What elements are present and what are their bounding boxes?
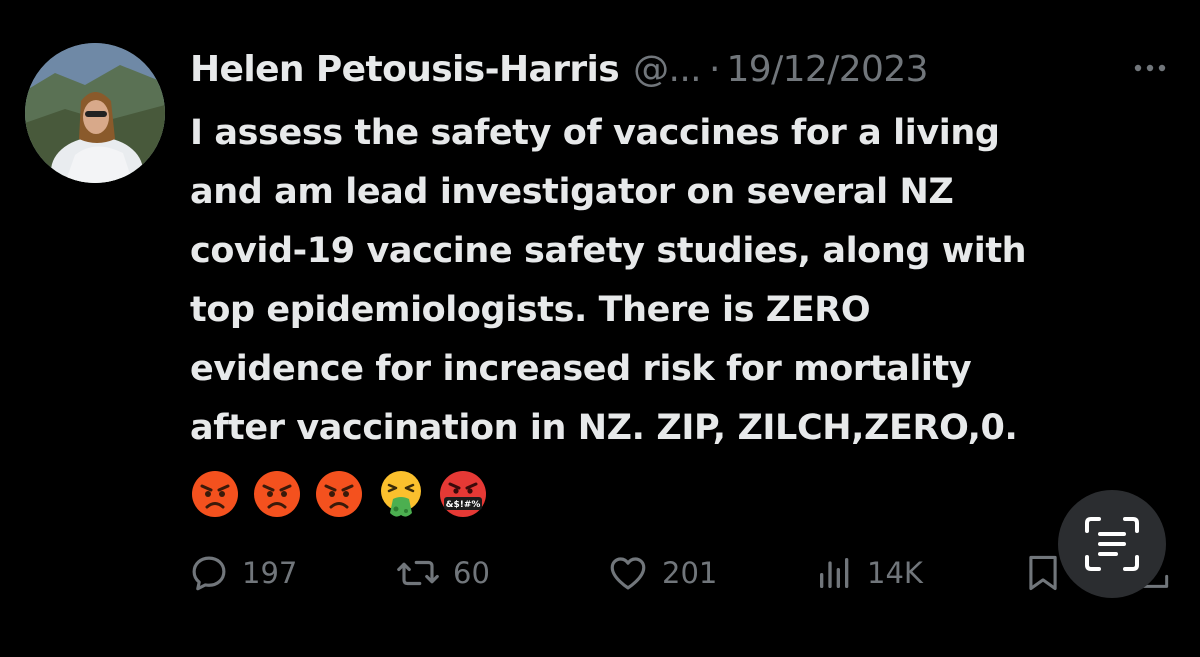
post-text-line: I assess the safety of vaccines for a li… (190, 113, 1000, 153)
more-options-button[interactable] (1128, 48, 1172, 88)
views-button[interactable]: 14K (815, 548, 923, 598)
text-scan-icon (1085, 517, 1139, 571)
reply-button[interactable]: 197 (188, 548, 297, 598)
heart-icon (610, 557, 646, 590)
like-count: 201 (662, 556, 718, 590)
author-avatar[interactable] (25, 43, 165, 183)
bookmark-icon (1029, 555, 1057, 591)
post-text-line: top epidemiologists. There is ZERO (190, 290, 871, 330)
angry-face-emoji (316, 471, 362, 517)
post-text-line: and am lead investigator on several NZ (190, 172, 954, 212)
more-dots-icon (1134, 64, 1166, 72)
post-date[interactable]: 19/12/2023 (726, 44, 928, 96)
bar-chart-icon (820, 558, 849, 588)
reply-count: 197 (242, 556, 298, 590)
post-action-bar: 197 60 201 14K (0, 548, 1200, 598)
post-text-line: evidence for increased risk for mortalit… (190, 349, 972, 389)
emoji-row: &$!#% (190, 462, 488, 526)
repost-arrows-icon (397, 560, 439, 586)
bookmark-button[interactable] (1024, 548, 1062, 598)
post-text-line: covid-19 vaccine safety studies, along w… (190, 231, 1027, 271)
post-text-line: after vaccination in NZ. ZIP, ZILCH,ZERO… (190, 408, 1018, 448)
avatar-photo (25, 43, 165, 183)
face-with-symbols-on-mouth-emoji: &$!#% (440, 471, 486, 517)
view-count: 14K (867, 556, 923, 590)
comment-bubble-icon (192, 556, 226, 591)
scan-text-button[interactable] (1058, 490, 1166, 598)
cursing-symbols: &$!#% (446, 500, 481, 510)
repost-count: 60 (453, 556, 490, 590)
repost-button[interactable]: 60 (395, 548, 490, 598)
vomiting-face-emoji (381, 471, 421, 517)
author-name[interactable]: Helen Petousis-Harris (190, 44, 620, 96)
author-handle[interactable]: @... (633, 44, 702, 96)
post-text: I assess the safety of vaccines for a li… (190, 104, 1185, 458)
header-separator: · (709, 49, 721, 90)
angry-face-emoji (254, 471, 300, 517)
post-header: Helen Petousis-Harris @... · 19/12/2023 (190, 44, 929, 96)
angry-face-emoji (192, 471, 238, 517)
like-button[interactable]: 201 (606, 548, 717, 598)
